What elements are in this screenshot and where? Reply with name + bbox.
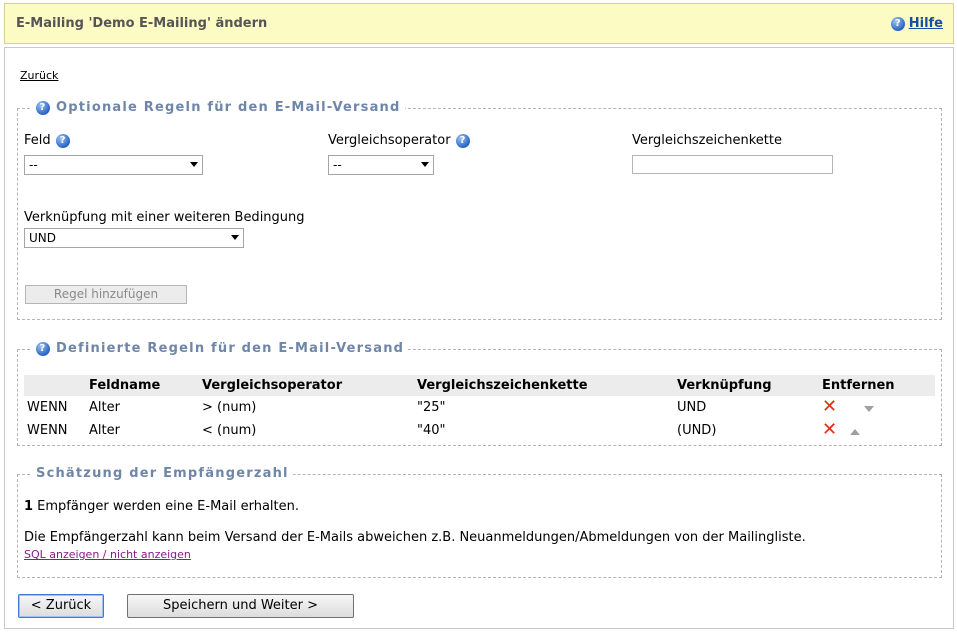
row-prefix: WENN xyxy=(27,400,68,415)
row-link: UND xyxy=(677,400,707,415)
move-down-icon[interactable] xyxy=(864,405,874,412)
rules-table: Feldname Vergleichsoperator Vergleichsze… xyxy=(24,375,935,442)
link-label-wrap: Verknüpfung mit einer weiteren Bedingung xyxy=(24,210,305,225)
field-label: Feld xyxy=(24,133,51,148)
optional-rules-legend: ? Optionale Regeln für den E-Mail-Versan… xyxy=(32,100,405,115)
sql-toggle-link[interactable]: SQL anzeigen / nicht anzeigen xyxy=(24,548,191,561)
recipient-estimate: 1 Empfänger werden eine E-Mail erhalten. xyxy=(24,499,299,514)
link-select[interactable]: UND xyxy=(24,228,244,248)
field-select-value: -- xyxy=(29,158,38,172)
row-actions: ✕ xyxy=(819,396,935,419)
compare-label: Vergleichszeichenkette xyxy=(632,133,782,148)
move-up-icon[interactable] xyxy=(850,428,860,435)
estimate-title: Schätzung der Empfängerzahl xyxy=(36,466,289,481)
row-value: "25" xyxy=(417,400,446,415)
defined-rules-section: ? Definierte Regeln für den E-Mail-Versa… xyxy=(17,341,942,446)
help-icon[interactable]: ? xyxy=(890,16,905,31)
row-operator: > (num) xyxy=(202,400,257,415)
help-icon[interactable]: ? xyxy=(36,341,50,356)
defined-rules-legend: ? Definierte Regeln für den E-Mail-Versa… xyxy=(32,341,409,356)
add-rule-button[interactable]: Regel hinzufügen xyxy=(25,285,187,304)
column-header xyxy=(24,375,86,396)
recipient-text: Empfänger werden eine E-Mail erhalten. xyxy=(33,499,300,514)
column-header: Entfernen xyxy=(819,375,935,396)
column-header: Vergleichszeichenkette xyxy=(414,375,674,396)
row-link: (UND) xyxy=(677,423,717,438)
help-icon[interactable]: ? xyxy=(36,100,50,115)
estimate-section: Schätzung der Empfängerzahl 1 Empfänger … xyxy=(17,466,942,578)
row-prefix: WENN xyxy=(27,423,68,438)
operator-label: Vergleichsoperator xyxy=(328,133,451,148)
operator-select-value: -- xyxy=(333,158,342,172)
defined-rules-title: Definierte Regeln für den E-Mail-Versand xyxy=(56,341,405,356)
row-actions: ✕ xyxy=(819,419,935,442)
compare-label-wrap: Vergleichszeichenkette xyxy=(632,133,782,148)
save-continue-button[interactable]: Speichern und Weiter > xyxy=(127,594,354,618)
field-select[interactable]: -- xyxy=(24,155,203,175)
page-title: E-Mailing 'Demo E-Mailing' ändern xyxy=(16,16,268,31)
recipient-count: 1 xyxy=(24,499,34,514)
operator-label-wrap: Vergleichsoperator ? xyxy=(328,133,470,148)
row-operator: < (num) xyxy=(202,423,257,438)
remove-x-icon[interactable]: ✕ xyxy=(822,398,840,416)
help-link[interactable]: Hilfe xyxy=(909,16,943,31)
chevron-down-icon xyxy=(190,162,198,167)
link-select-value: UND xyxy=(29,231,56,245)
table-row: WENN Alter < (num) "40" (UND) ✕ xyxy=(24,419,935,442)
back-button[interactable]: < Zurück xyxy=(18,594,104,618)
chevron-down-icon xyxy=(421,162,429,167)
back-link[interactable]: Zurück xyxy=(20,69,58,82)
compare-input[interactable] xyxy=(632,155,833,174)
column-header: Verknüpfung xyxy=(674,375,819,396)
estimate-note: Die Empfängerzahl kann beim Versand der … xyxy=(24,530,806,545)
operator-select[interactable]: -- xyxy=(328,155,434,175)
field-label-wrap: Feld ? xyxy=(24,133,70,148)
column-header: Vergleichsoperator xyxy=(199,375,414,396)
page-header: E-Mailing 'Demo E-Mailing' ändern ? Hilf… xyxy=(4,3,954,44)
chevron-down-icon xyxy=(231,235,239,240)
optional-rules-title: Optionale Regeln für den E-Mail-Versand xyxy=(56,100,401,115)
row-value: "40" xyxy=(417,423,446,438)
help-icon[interactable]: ? xyxy=(55,133,70,148)
column-header: Feldname xyxy=(86,375,199,396)
table-row: WENN Alter > (num) "25" UND ✕ xyxy=(24,396,935,419)
help-area: ? Hilfe xyxy=(890,16,943,31)
table-header-row: Feldname Vergleichsoperator Vergleichsze… xyxy=(24,375,935,396)
main-content: Zurück ? Optionale Regeln für den E-Mail… xyxy=(4,47,954,629)
remove-x-icon[interactable]: ✕ xyxy=(822,421,840,439)
row-field: Alter xyxy=(89,400,120,415)
estimate-legend: Schätzung der Empfängerzahl xyxy=(32,466,293,481)
optional-rules-section: ? Optionale Regeln für den E-Mail-Versan… xyxy=(17,100,942,320)
link-label: Verknüpfung mit einer weiteren Bedingung xyxy=(24,210,305,225)
help-icon[interactable]: ? xyxy=(455,133,470,148)
row-field: Alter xyxy=(89,423,120,438)
